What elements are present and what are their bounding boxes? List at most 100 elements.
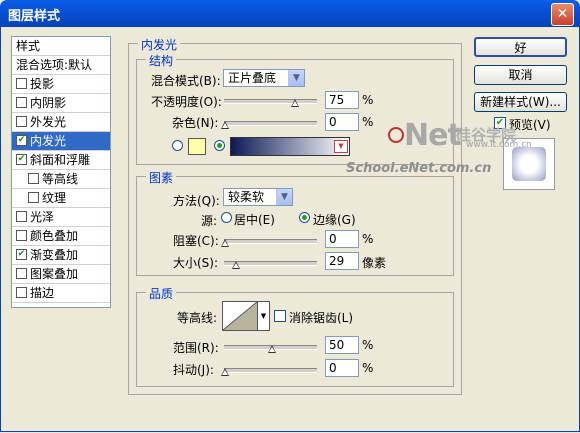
- source-label: 源:: [201, 214, 218, 228]
- style-list-label: 渐变叠加: [30, 248, 79, 262]
- opacity-slider-track[interactable]: [224, 99, 317, 104]
- style-list-label: 描边: [30, 286, 55, 300]
- choke-slider-thumb[interactable]: [221, 239, 229, 248]
- noise-label: 杂色(N):: [172, 116, 219, 130]
- jitter-slider-track[interactable]: [224, 368, 317, 373]
- style-list-label: 样式: [16, 39, 41, 53]
- title-bar[interactable]: [0, 0, 580, 27]
- style-list-label: 光泽: [30, 210, 55, 224]
- style-checkbox[interactable]: [16, 230, 27, 241]
- style-list-item[interactable]: 等高线: [12, 170, 110, 189]
- style-list-item[interactable]: ✔ 内发光: [12, 132, 110, 151]
- contour-dropdown-icon[interactable]: ▼: [257, 301, 270, 331]
- jitter-unit: %: [362, 361, 374, 375]
- style-list-label: 内发光: [30, 134, 67, 148]
- style-list-item[interactable]: 内阴影: [12, 94, 110, 113]
- method-select[interactable]: 较柔软 ▼: [223, 188, 293, 206]
- noise-unit: %: [362, 115, 374, 129]
- jitter-slider-thumb[interactable]: [221, 368, 229, 377]
- size-slider-thumb[interactable]: [232, 261, 241, 270]
- method-label: 方法(Q):: [173, 194, 220, 208]
- elements-title: 图素: [146, 169, 177, 186]
- opacity-label: 不透明度(O):: [151, 95, 222, 109]
- style-list-item[interactable]: 颜色叠加: [12, 227, 110, 246]
- style-list-item[interactable]: ✔ 渐变叠加: [12, 246, 110, 265]
- noise-input[interactable]: 0: [325, 113, 359, 131]
- style-list-item[interactable]: 投影: [12, 75, 110, 94]
- style-checkbox[interactable]: [16, 211, 27, 222]
- source-center-radio[interactable]: [221, 212, 232, 223]
- jitter-input[interactable]: 0: [325, 359, 359, 377]
- style-checkbox[interactable]: [16, 97, 27, 108]
- cancel-button[interactable]: 取消: [474, 65, 567, 85]
- style-checkbox[interactable]: [28, 192, 39, 203]
- blend-mode-select[interactable]: 正片叠底 ▼: [223, 69, 305, 87]
- size-input[interactable]: 29: [325, 252, 359, 270]
- choke-label: 阻塞(C):: [173, 234, 219, 248]
- watermark-site2: School.eNet.com.cn: [346, 161, 492, 176]
- source-center-label: 居中(E): [234, 213, 275, 227]
- style-list-label: 混合选项:默认: [16, 58, 93, 72]
- range-label: 范围(R):: [173, 341, 219, 355]
- contour-picker[interactable]: [222, 301, 258, 331]
- style-checkbox[interactable]: [16, 268, 27, 279]
- watermark-logo-icon: [388, 127, 404, 143]
- style-list: 样式 混合选项:默认 投影 内阴影 外发光 ✔ 内发光 ✔ 斜面和浮雕 等高线 纹理 光泽 颜色叠加 ✔ 渐…: [11, 36, 111, 308]
- antialias-checkbox[interactable]: [274, 310, 286, 322]
- style-list-item[interactable]: 样式: [12, 37, 110, 56]
- blend-mode-value: 正片叠底: [228, 71, 277, 85]
- style-checkbox[interactable]: ✔: [16, 249, 27, 260]
- opacity-unit: %: [362, 93, 374, 107]
- style-list-item[interactable]: 外发光: [12, 113, 110, 132]
- style-list-label: 内阴影: [30, 96, 67, 110]
- ok-button[interactable]: 好: [474, 37, 567, 57]
- style-list-item[interactable]: 混合选项:默认: [12, 56, 110, 75]
- style-list-label: 外发光: [30, 115, 67, 129]
- quality-title: 品质: [146, 285, 177, 302]
- style-checkbox[interactable]: [16, 287, 27, 298]
- style-list-item[interactable]: 光泽: [12, 208, 110, 227]
- gradient-picker[interactable]: [230, 137, 350, 156]
- style-list-label: 投影: [30, 77, 55, 91]
- opacity-input[interactable]: 75: [325, 91, 359, 109]
- style-list-item[interactable]: 图案叠加: [12, 265, 110, 284]
- new-style-button[interactable]: 新建样式(W)...: [474, 92, 567, 112]
- glow-color-swatch[interactable]: [188, 138, 206, 155]
- choke-slider-track[interactable]: [224, 239, 317, 244]
- source-edge-label: 边缘(G): [313, 213, 356, 227]
- size-label: 大小(S):: [173, 256, 219, 270]
- range-unit: %: [362, 338, 374, 352]
- antialias-label: 消除锯齿(L): [289, 311, 354, 325]
- style-checkbox[interactable]: ✔: [16, 154, 27, 165]
- structure-title: 结构: [146, 52, 177, 69]
- range-slider-thumb[interactable]: [267, 345, 276, 354]
- chevron-down-icon: ▼: [288, 70, 304, 86]
- close-button[interactable]: ✕: [551, 3, 574, 26]
- style-list-item[interactable]: 纹理: [12, 189, 110, 208]
- choke-unit: %: [362, 232, 374, 246]
- solid-color-radio[interactable]: [172, 140, 183, 151]
- opacity-slider-thumb[interactable]: [290, 99, 299, 108]
- style-list-item[interactable]: 描边: [12, 284, 110, 303]
- source-edge-radio[interactable]: [299, 212, 310, 223]
- style-checkbox[interactable]: [16, 78, 27, 89]
- noise-slider-track[interactable]: [224, 121, 317, 126]
- style-list-label: 图案叠加: [30, 267, 79, 281]
- gradient-dropdown-icon[interactable]: ▼: [334, 140, 348, 153]
- choke-input[interactable]: 0: [325, 230, 359, 248]
- style-list-label: 斜面和浮雕: [30, 153, 91, 167]
- blend-mode-label: 混合模式(B):: [151, 74, 221, 88]
- gradient-radio[interactable]: [214, 140, 225, 151]
- style-list-label: 颜色叠加: [30, 229, 79, 243]
- style-list-label: 纹理: [42, 191, 67, 205]
- range-input[interactable]: 50: [325, 336, 359, 354]
- style-checkbox[interactable]: ✔: [16, 135, 27, 146]
- style-checkbox[interactable]: [28, 173, 39, 184]
- noise-slider-thumb[interactable]: [221, 121, 229, 130]
- contour-label: 等高线:: [177, 311, 218, 325]
- window-title: 图层样式: [8, 9, 61, 24]
- style-checkbox[interactable]: [16, 116, 27, 127]
- jitter-label: 抖动(J):: [173, 363, 214, 377]
- style-list-item[interactable]: ✔ 斜面和浮雕: [12, 151, 110, 170]
- size-unit: 像素: [362, 256, 387, 270]
